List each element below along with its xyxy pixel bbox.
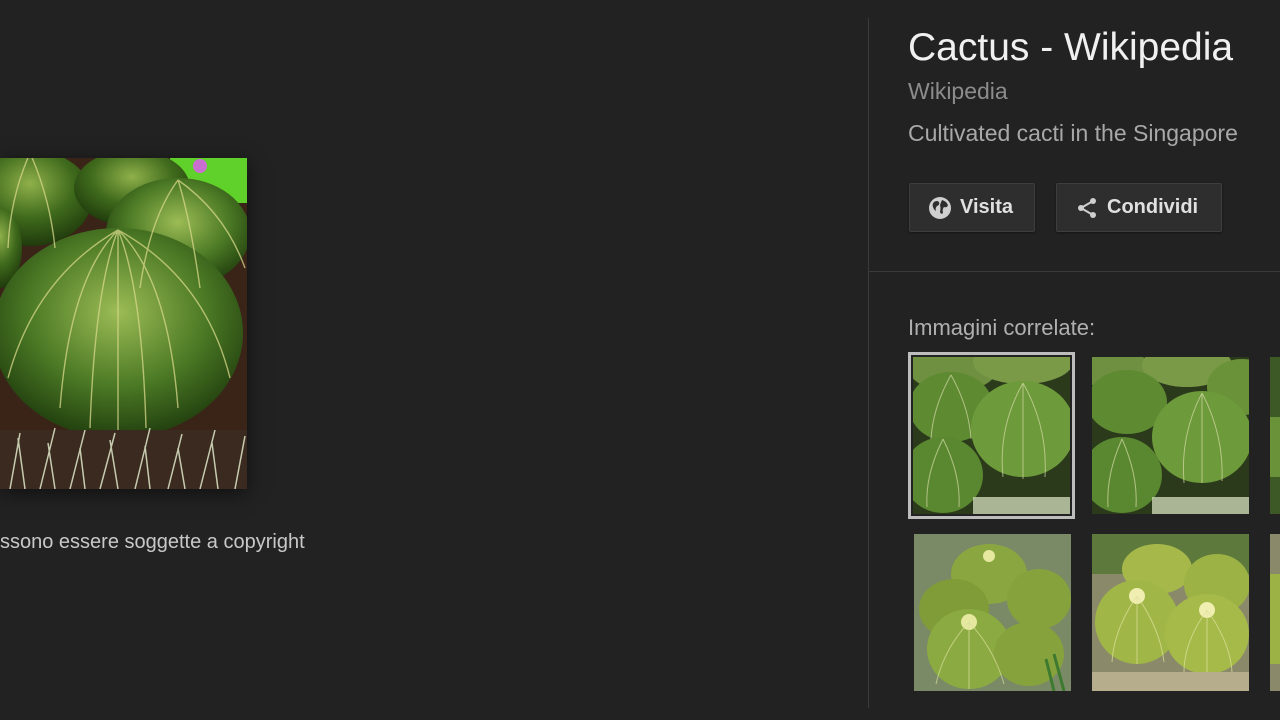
- result-description: Cultivated cacti in the Singapore: [908, 120, 1238, 146]
- image-viewer: ssono essere soggette a copyright Cactus…: [0, 0, 1280, 720]
- related-image-thumbnail[interactable]: [1092, 357, 1249, 514]
- related-image-thumbnail[interactable]: [1270, 534, 1280, 691]
- globe-icon: [928, 196, 952, 220]
- panel-divider: [868, 18, 869, 708]
- share-icon: [1075, 196, 1099, 220]
- main-image-preview[interactable]: [0, 158, 247, 489]
- result-source: Wikipedia: [908, 78, 1008, 104]
- copyright-notice: ssono essere soggette a copyright: [0, 531, 305, 553]
- share-button-label: Condividi: [1107, 196, 1199, 218]
- section-divider: [868, 271, 1280, 272]
- related-image-thumbnail[interactable]: [1270, 357, 1280, 514]
- visit-button-label: Visita: [960, 196, 1013, 218]
- related-image-thumbnail[interactable]: [1092, 534, 1249, 691]
- related-image-thumbnail[interactable]: [914, 534, 1071, 691]
- share-button[interactable]: Condividi: [1056, 183, 1222, 232]
- related-image-thumbnail[interactable]: [908, 352, 1075, 519]
- related-images-label: Immagini correlate:: [908, 315, 1096, 340]
- visit-button[interactable]: Visita: [909, 183, 1035, 232]
- result-title[interactable]: Cactus - Wikipedia: [908, 26, 1233, 70]
